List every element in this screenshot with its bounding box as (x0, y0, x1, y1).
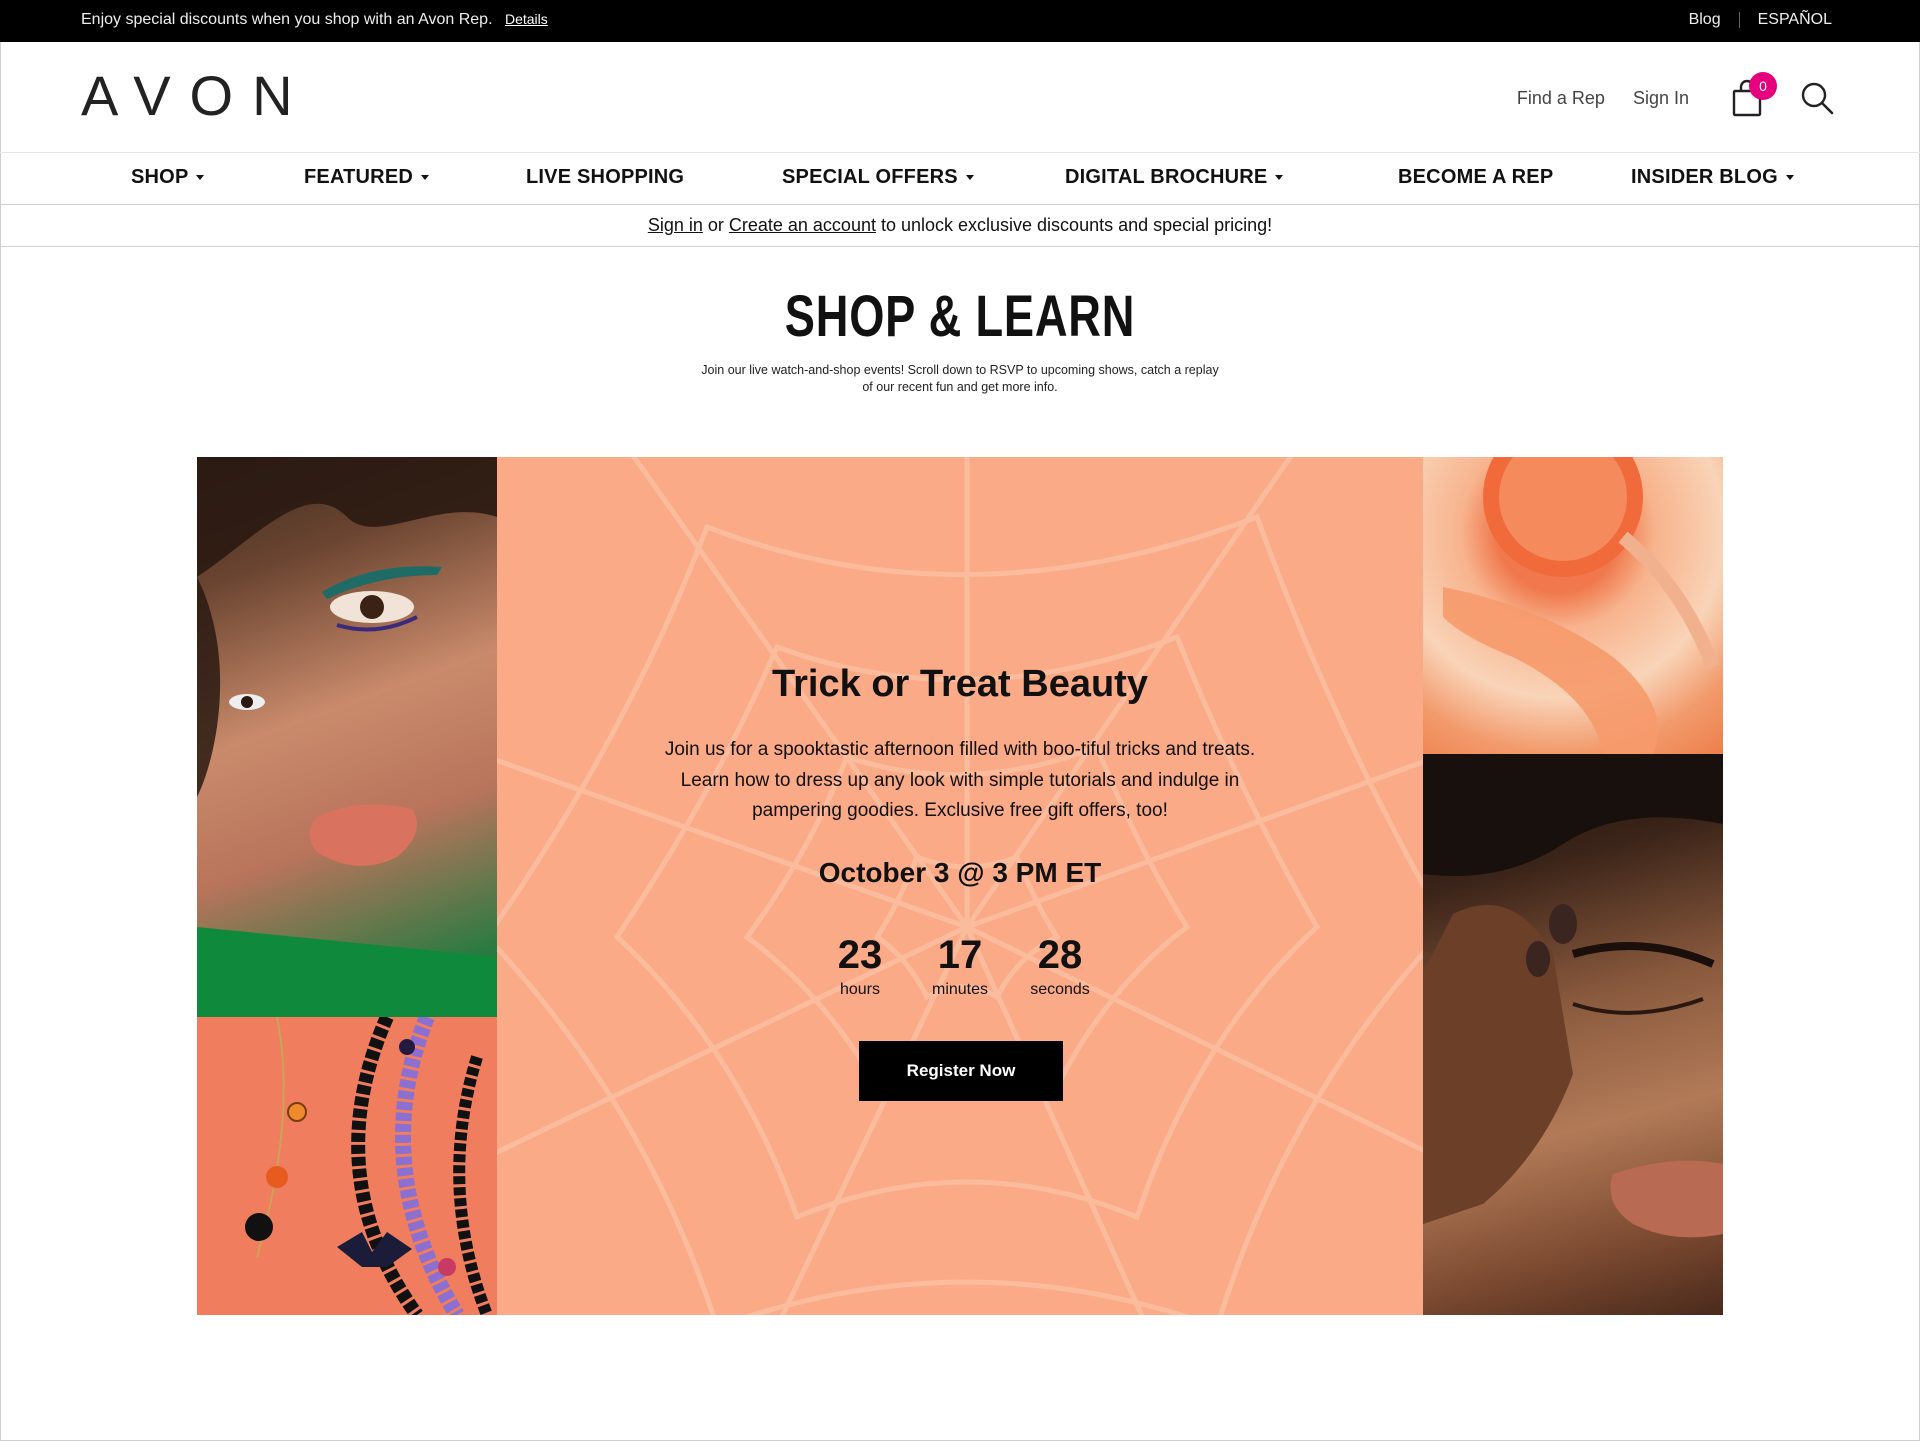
model-face-illustration (197, 457, 497, 1017)
countdown-value: 17 (937, 933, 983, 977)
nav-item-label: SHOP (131, 166, 189, 188)
caret-down-icon (965, 175, 974, 181)
page-intro: Join our live watch-and-shop events! Scr… (660, 362, 1260, 396)
promo-text: Enjoy special discounts when you shop wi… (81, 11, 493, 28)
signin-or-text: or (702, 215, 729, 235)
caret-down-icon (196, 175, 205, 181)
model-face-illustration (1423, 754, 1723, 1238)
find-a-rep-link[interactable]: Find a Rep (1517, 88, 1605, 109)
nav-item-live-shopping[interactable]: LIVE SHOPPING (526, 166, 684, 189)
countdown-value: 28 (1037, 933, 1083, 977)
cart-count-badge: 0 (1749, 72, 1777, 100)
nav-item-special-offers[interactable]: SPECIAL OFFERS (782, 166, 974, 189)
header-actions: Find a Rep Sign In 0 (1517, 72, 1835, 118)
countdown-value: 23 (837, 933, 883, 977)
halloween-jewelry-image (197, 1017, 497, 1315)
powder-swatch-illustration (1443, 457, 1720, 754)
utility-links: Blog ESPAÑOL (1689, 11, 1832, 29)
caret-down-icon (1275, 175, 1284, 181)
countdown-timer: 23 hours 17 minutes 28 seconds (497, 935, 1423, 999)
avon-logo[interactable]: AVON (81, 68, 312, 124)
bracelet-illustration (245, 1017, 493, 1315)
event-title: Trick or Treat Beauty (772, 663, 1148, 705)
caret-down-icon (1785, 175, 1794, 181)
cart-button[interactable]: 0 (1729, 72, 1777, 118)
model-eyeliner-image (197, 457, 497, 1017)
model-closed-eye-image (1423, 754, 1723, 1315)
language-link[interactable]: ESPAÑOL (1758, 11, 1832, 29)
countdown-unit: hours (839, 981, 881, 998)
main-nav: SHOP FEATURED LIVE SHOPPING SPECIAL OFFE… (0, 153, 1920, 205)
countdown-minutes: 17 minutes (910, 935, 1010, 999)
countdown-unit: seconds (1030, 981, 1090, 998)
register-now-button[interactable]: Register Now (859, 1041, 1063, 1101)
nav-item-label: FEATURED (304, 166, 414, 188)
countdown-hours: 23 hours (810, 935, 910, 999)
blog-link[interactable]: Blog (1689, 11, 1721, 29)
search-button[interactable] (1799, 80, 1835, 116)
nav-item-shop[interactable]: SHOP (131, 166, 205, 189)
nav-item-label: DIGITAL BROCHURE (1065, 166, 1268, 188)
caret-down-icon (421, 175, 430, 181)
nav-item-label: LIVE SHOPPING (526, 166, 685, 188)
hero-banner: Trick or Treat Beauty Join us for a spoo… (197, 457, 1723, 1315)
sign-in-link[interactable]: Sign In (1633, 88, 1689, 109)
promo-details-link[interactable]: Details (505, 11, 548, 27)
signin-rest-text: to unlock exclusive discounts and specia… (875, 215, 1273, 235)
site-header: AVON Find a Rep Sign In 0 (0, 42, 1920, 153)
event-description: Join us for a spooktastic afternoon fill… (664, 739, 1256, 821)
intro-line: of our recent fun and get more info. (862, 380, 1058, 394)
signin-strip-sign-in-link[interactable]: Sign in (648, 215, 703, 235)
countdown-unit: minutes (931, 981, 989, 998)
signin-banner: Sign in or Create an account to unlock e… (0, 205, 1920, 247)
event-date: October 3 @ 3 PM ET (818, 857, 1102, 888)
nav-item-label: SPECIAL OFFERS (782, 166, 958, 188)
nav-item-insider-blog[interactable]: INSIDER BLOG (1631, 166, 1794, 189)
divider (1738, 12, 1740, 28)
nav-item-digital-brochure[interactable]: DIGITAL BROCHURE (1065, 166, 1284, 189)
nav-item-label: BECOME A REP (1398, 166, 1554, 188)
create-account-link[interactable]: Create an account (729, 215, 876, 235)
nav-item-featured[interactable]: FEATURED (304, 166, 430, 189)
eyeshadow-swatch-image (1423, 457, 1723, 754)
nav-item-label: INSIDER BLOG (1631, 166, 1778, 188)
nav-item-become-a-rep[interactable]: BECOME A REP (1398, 166, 1553, 189)
countdown-seconds: 28 seconds (1010, 935, 1110, 999)
promo-message: Enjoy special discounts when you shop wi… (81, 11, 548, 29)
page-title: SHOP & LEARN (784, 284, 1136, 349)
intro-line: Join our live watch-and-shop events! Scr… (701, 363, 1219, 377)
event-card: Trick or Treat Beauty Join us for a spoo… (497, 457, 1423, 1315)
search-icon (1801, 82, 1834, 115)
promo-bar: Enjoy special discounts when you shop wi… (0, 0, 1920, 42)
